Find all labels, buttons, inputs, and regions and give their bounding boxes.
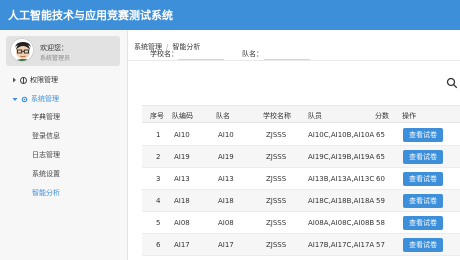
cell-score: 65 [376,153,385,161]
user-card: 欢迎您： 系统管理员 [6,36,120,66]
user-role: 系统管理员 [40,55,71,62]
column-header: 队编码 [172,112,193,120]
header-divider [128,60,460,61]
sidebar-item-dictionary[interactable]: 字典管理 [32,112,60,122]
cell-team-code: AI19 [174,153,190,161]
cell-team-code: AI18 [174,197,190,205]
chevron-down-icon [12,97,18,101]
search-icon[interactable] [446,77,458,89]
column-header: 分数 [375,112,389,120]
cell-team-code: AI17 [174,241,190,249]
column-header: 学校名称 [263,112,291,120]
cell-score: 65 [376,131,385,139]
cell-members: AI13B,AI13A,AI13C [308,175,375,183]
view-paper-button[interactable]: 查看试卷 [403,194,443,208]
cell-team-name: AI08 [218,219,234,227]
sidebar-group-system[interactable]: 系统管理 [12,94,59,104]
cell-members: AI19C,AI19B,AI19A [308,153,375,161]
view-paper-button[interactable]: 查看试卷 [403,216,443,230]
cell-team-name: AI13 [218,175,234,183]
sidebar-group-label: 系统管理 [31,95,59,103]
cell-school: ZJSSS [266,131,287,139]
cell-school: ZJSSS [266,219,287,227]
column-header: 队员 [308,112,322,120]
table-row: 5 AI08 AI08 ZJSSS AI08A,AI08C,AI08B 58 查… [142,212,460,234]
cell-team-code: AI08 [174,219,190,227]
table-row: 4 AI18 AI18 ZJSSS AI18C,AI18B,AI18A 59 查… [142,190,460,212]
cell-school: ZJSSS [266,241,287,249]
team-filter-input[interactable] [264,45,310,60]
sidebar-group-label: 权限管理 [30,76,58,84]
cell-index: 5 [156,219,161,227]
column-header: 序号 [150,112,164,120]
sidebar: 欢迎您： 系统管理员 权限管理 系统管理 字典管理 登录信息 日志管理 系统设置… [0,30,128,260]
column-header: 队名 [216,112,230,120]
cell-team-name: AI19 [218,153,234,161]
avatar [10,38,34,62]
cell-members: AI17B,AI17C,AI17A [308,241,375,249]
sidebar-item-settings[interactable]: 系统设置 [32,169,60,179]
greeting-text: 欢迎您： [40,44,68,52]
sidebar-item-login-info[interactable]: 登录信息 [32,131,60,141]
team-filter-label: 队名： [242,50,263,58]
school-filter-input[interactable] [178,45,224,60]
school-filter-label: 学校名： [150,50,178,58]
table-header: 序号 队编码 队名 学校名称 队员 分数 操作 [142,105,460,123]
cell-team-name: AI18 [218,197,234,205]
view-paper-button[interactable]: 查看试卷 [403,238,443,252]
cell-members: AI18C,AI18B,AI18A [308,197,375,205]
table-row: 1 AI10 AI10 ZJSSS AI10C,AI10B,AI10A 65 查… [142,124,460,146]
app-title: 人工智能技术与应用竞赛测试系统 [8,9,173,22]
avatar-face-icon [11,39,33,61]
cell-score: 58 [376,219,385,227]
table-row: 6 AI17 AI17 ZJSSS AI17B,AI17C,AI17A 57 查… [142,234,460,256]
sidebar-item-analysis[interactable]: 智能分析 [32,188,60,198]
shield-icon [20,76,27,84]
column-header: 操作 [402,112,416,120]
chevron-right-icon [13,77,16,83]
view-paper-button[interactable]: 查看试卷 [403,150,443,164]
cell-score: 60 [376,175,385,183]
cell-index: 1 [156,131,161,139]
cell-members: AI08A,AI08C,AI08B [308,219,375,227]
table-row: 3 AI13 AI13 ZJSSS AI13B,AI13A,AI13C 60 查… [142,168,460,190]
cell-index: 2 [156,153,161,161]
cell-index: 3 [156,175,161,183]
cell-team-code: AI13 [174,175,190,183]
cell-team-name: AI10 [218,131,234,139]
cell-school: ZJSSS [266,175,287,183]
table-row: 2 AI19 AI19 ZJSSS AI19C,AI19B,AI19A 65 查… [142,146,460,168]
cell-school: ZJSSS [266,197,287,205]
cell-team-code: AI10 [174,131,190,139]
view-paper-button[interactable]: 查看试卷 [403,128,443,142]
cell-school: ZJSSS [266,153,287,161]
cell-team-name: AI17 [218,241,234,249]
cell-score: 57 [376,241,385,249]
cell-members: AI10C,AI10B,AI10A [308,131,375,139]
top-header-bar: 人工智能技术与应用竞赛测试系统 [0,0,460,30]
view-paper-button[interactable]: 查看试卷 [403,172,443,186]
cell-index: 4 [156,197,161,205]
cell-score: 59 [376,197,385,205]
sidebar-group-permissions[interactable]: 权限管理 [12,75,58,85]
sidebar-item-logs[interactable]: 日志管理 [32,150,60,160]
gear-icon [21,96,28,102]
cell-index: 6 [156,241,161,249]
